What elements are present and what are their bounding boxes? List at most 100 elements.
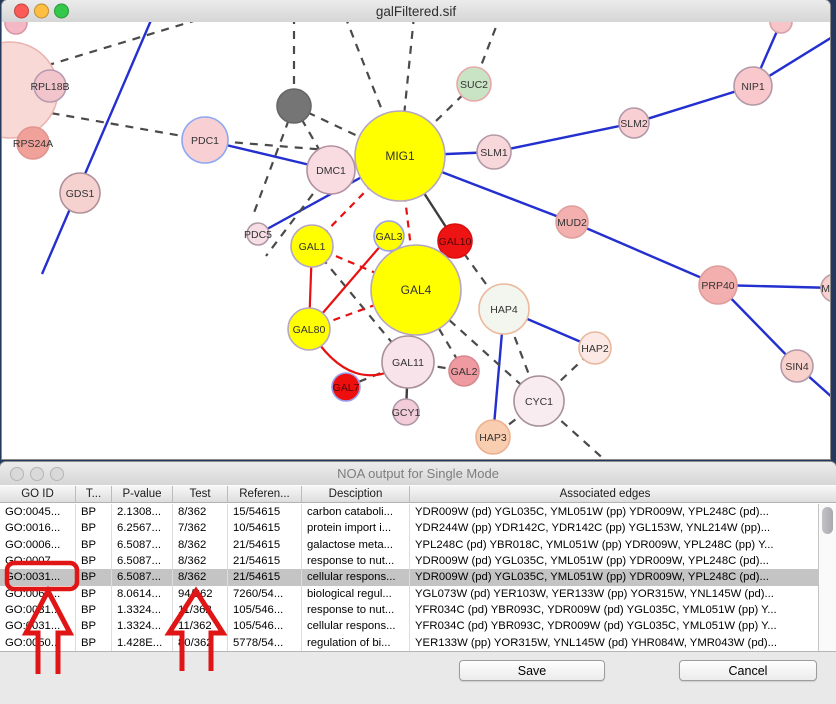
table-cell: 2.1308...	[112, 504, 173, 520]
network-edge-dash	[252, 106, 294, 218]
table-cell: 21/54615	[228, 569, 302, 585]
network-graph: RPL18BRPS24AGDS1PDC1DMC1MIG1SUC2SLM1SLM2…	[2, 22, 830, 459]
table-cell: carbon cataboli...	[302, 504, 410, 520]
table-row[interactable]: GO:0045...BP2.1308...8/36215/54615carbon…	[0, 504, 818, 520]
table-cell: galactose meta...	[302, 537, 410, 553]
table-cell: GO:0006...	[0, 537, 76, 553]
network-titlebar[interactable]: galFiltered.sif	[2, 0, 830, 23]
table-cell: 8/362	[173, 537, 228, 553]
scrollbar-thumb[interactable]	[822, 507, 833, 534]
table-cell: BP	[76, 569, 112, 585]
table-cell: 8/362	[173, 569, 228, 585]
node-label-gal3: GAL3	[376, 231, 403, 243]
node-label-gal10: GAL10	[439, 236, 472, 248]
table-cell: 8/362	[173, 504, 228, 520]
table-cell: 21/54615	[228, 553, 302, 569]
table-cell: GO:0031...	[0, 602, 76, 618]
table-cell: 15/54615	[228, 504, 302, 520]
table-cell: 21/54615	[228, 537, 302, 553]
table-cell: 105/546...	[228, 602, 302, 618]
table-cell: BP	[76, 635, 112, 651]
node-label-prp40: PRP40	[701, 280, 734, 292]
table-row[interactable]: GO:0065...BP8.0614...94/3627260/54...bio…	[0, 586, 818, 602]
table-cell: BP	[76, 618, 112, 634]
table-cell: 8.0614...	[112, 586, 173, 602]
node-label-suc2: SUC2	[460, 79, 488, 91]
table-row[interactable]: GO:0031...BP6.5087...8/36221/54615cellul…	[0, 569, 818, 585]
noa-output-window: NOA output for Single Mode GO IDT...P-va…	[0, 462, 836, 704]
node-label-msl1: MSL1	[821, 283, 830, 295]
table-cell: 11/362	[173, 618, 228, 634]
table-cell: 6.2567...	[112, 520, 173, 536]
table-cell: 11/362	[173, 602, 228, 618]
column-header-associated-edges[interactable]: Associated edges	[410, 486, 818, 502]
table-cell: cellular respons...	[302, 618, 410, 634]
column-header-p-value[interactable]: P-value	[112, 486, 173, 502]
vertical-scrollbar[interactable]	[818, 504, 836, 651]
table-cell: 6.5087...	[112, 569, 173, 585]
table-cell: BP	[76, 586, 112, 602]
table-cell: 1.3324...	[112, 602, 173, 618]
table-cell: cellular respons...	[302, 569, 410, 585]
table-cell: BP	[76, 504, 112, 520]
table-row[interactable]: GO:0050...BP1.428E...80/3625778/54...reg…	[0, 635, 818, 651]
node-label-gcy1: GCY1	[392, 407, 421, 419]
table-cell: 6.5087...	[112, 537, 173, 553]
table-row[interactable]: GO:0031...BP1.3324...11/362105/546...res…	[0, 602, 818, 618]
table-cell: 5778/54...	[228, 635, 302, 651]
table-cell: YER133W (pp) YOR315W, YNL145W (pd) YHR08…	[410, 635, 818, 651]
table-cell: response to nut...	[302, 553, 410, 569]
node-label-gal1: GAL1	[299, 241, 326, 253]
network-edge-blue	[572, 222, 718, 285]
node-label-rpl18b: RPL18B	[30, 81, 69, 93]
node-label-slm2: SLM2	[620, 118, 648, 130]
column-header-go-id[interactable]: GO ID	[0, 486, 76, 502]
save-button[interactable]: Save	[459, 660, 605, 681]
network-node[interactable]	[277, 89, 311, 123]
table-cell: GO:0016...	[0, 520, 76, 536]
table-cell: 8/362	[173, 553, 228, 569]
table-cell: 6.5087...	[112, 553, 173, 569]
table-cell: BP	[76, 520, 112, 536]
table-header[interactable]: GO IDT...P-valueTestReferen...Desciption…	[0, 485, 836, 503]
table-cell: YDR009W (pd) YGL035C, YML051W (pp) YDR00…	[410, 569, 818, 585]
network-canvas[interactable]: RPL18BRPS24AGDS1PDC1DMC1MIG1SUC2SLM1SLM2…	[2, 22, 830, 459]
table-cell: 1.3324...	[112, 618, 173, 634]
network-node[interactable]	[770, 22, 792, 33]
table-row[interactable]: GO:0007...BP6.5087...8/36221/54615respon…	[0, 553, 818, 569]
noa-titlebar[interactable]: NOA output for Single Mode	[0, 462, 836, 486]
table-row[interactable]: GO:0016...BP6.2567...7/36210/54615protei…	[0, 520, 818, 536]
column-header-test[interactable]: Test	[173, 486, 228, 502]
table-cell: biological regul...	[302, 586, 410, 602]
network-edge-blue	[42, 22, 152, 274]
table-cell: YDR009W (pd) YGL035C, YML051W (pp) YDR00…	[410, 553, 818, 569]
network-window-title: galFiltered.sif	[2, 0, 830, 22]
node-label-slm1: SLM1	[480, 147, 508, 159]
table-cell: 7/362	[173, 520, 228, 536]
table-cell: response to nut...	[302, 602, 410, 618]
cancel-button[interactable]: Cancel	[679, 660, 817, 681]
table-cell: YPL248C (pd) YBR018C, YML051W (pp) YDR00…	[410, 537, 818, 553]
table-body: GO:0045...BP2.1308...8/36215/54615carbon…	[0, 504, 818, 651]
table-cell: YFR034C (pd) YBR093C, YDR009W (pd) YGL03…	[410, 602, 818, 618]
node-label-gal7: GAL7	[333, 382, 360, 394]
table-cell: YGL073W (pd) YER103W, YER133W (pp) YOR31…	[410, 586, 818, 602]
network-edge-blue	[494, 123, 634, 152]
table-cell: YFR034C (pd) YBR093C, YDR009W (pd) YGL03…	[410, 618, 818, 634]
node-label-nip1: NIP1	[741, 81, 765, 93]
table-cell: GO:0045...	[0, 504, 76, 520]
node-label-cyc1: CYC1	[525, 396, 553, 408]
network-edge-dash	[32, 22, 210, 70]
node-label-hap3: HAP3	[479, 432, 507, 444]
column-header-t-[interactable]: T...	[76, 486, 112, 502]
column-header-referen-[interactable]: Referen...	[228, 486, 302, 502]
network-node[interactable]	[5, 22, 27, 34]
table-cell: GO:0031...	[0, 618, 76, 634]
table-cell: BP	[76, 537, 112, 553]
table-row[interactable]: GO:0031...BP1.3324...11/362105/546...cel…	[0, 618, 818, 634]
table-cell: GO:0065...	[0, 586, 76, 602]
table-cell: 80/362	[173, 635, 228, 651]
column-header-desciption[interactable]: Desciption	[302, 486, 410, 502]
table-row[interactable]: GO:0006...BP6.5087...8/36221/54615galact…	[0, 537, 818, 553]
table-cell: regulation of bi...	[302, 635, 410, 651]
